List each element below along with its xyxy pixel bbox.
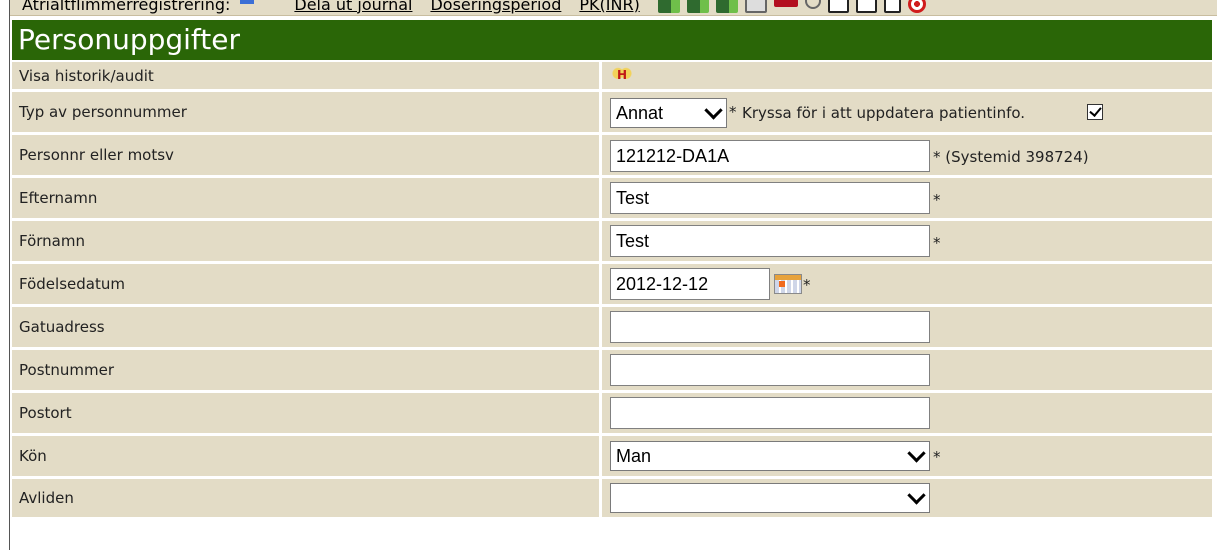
row-birthdate: Födelsedatum 2012-12-12 * bbox=[12, 264, 1212, 304]
dela-ut-journal-link[interactable]: Dela ut journal bbox=[294, 0, 412, 14]
type-select-value: Annat bbox=[616, 102, 664, 123]
row-city: Postort bbox=[12, 393, 1212, 433]
gender-select[interactable]: Man bbox=[610, 441, 930, 471]
lastname-required: * bbox=[933, 191, 941, 209]
page-title: Personuppgifter bbox=[18, 23, 241, 56]
top-toolbar: Atrialtflimmerregistrering: Dela ut jour… bbox=[10, 0, 1217, 16]
pnr-input-value: 121212-DA1A bbox=[616, 145, 730, 166]
chevron-down-icon bbox=[907, 486, 926, 505]
target-icon[interactable] bbox=[907, 0, 926, 13]
calendar-icon[interactable] bbox=[774, 274, 802, 294]
row-type: Typ av personnummer Annat * Kryssa för i… bbox=[12, 92, 1212, 132]
update-patientinfo-note: Kryssa för i att uppdatera patientinfo. bbox=[742, 104, 1026, 122]
save-green-icon[interactable] bbox=[657, 0, 680, 13]
firstname-required: * bbox=[933, 234, 941, 252]
row-history: Visa historik/audit H bbox=[12, 62, 1212, 89]
doseringsperiod-link[interactable]: Doseringsperiod bbox=[430, 0, 561, 14]
row-firstname: Förnamn Test * bbox=[12, 221, 1212, 261]
pnr-label: Personnr eller motsv bbox=[19, 146, 174, 164]
birthdate-input[interactable]: 2012-12-12 bbox=[610, 268, 770, 300]
birthdate-required: * bbox=[803, 276, 811, 294]
pk-inr-link[interactable]: PK(INR) bbox=[579, 0, 639, 14]
gender-required: * bbox=[933, 448, 941, 466]
history-icon[interactable]: H bbox=[612, 67, 632, 83]
street-input[interactable] bbox=[610, 311, 930, 343]
mail-image-icon[interactable] bbox=[744, 0, 767, 13]
envelope-icon[interactable] bbox=[827, 0, 849, 13]
city-label: Postort bbox=[19, 404, 72, 422]
history-label: Visa historik/audit bbox=[19, 66, 154, 85]
zip-input[interactable] bbox=[610, 354, 930, 386]
type-select[interactable]: Annat bbox=[610, 98, 727, 128]
gender-label: Kön bbox=[19, 447, 47, 465]
row-street: Gatuadress bbox=[12, 307, 1212, 347]
envelope-icon[interactable] bbox=[855, 0, 877, 13]
city-input[interactable] bbox=[610, 397, 930, 429]
birthdate-input-value: 2012-12-12 bbox=[616, 273, 709, 294]
zip-label: Postnummer bbox=[19, 361, 115, 379]
chevron-down-icon bbox=[907, 444, 926, 463]
red-shape-icon[interactable] bbox=[773, 0, 798, 7]
type-required: * bbox=[729, 103, 737, 121]
lastname-input[interactable]: Test bbox=[610, 182, 930, 214]
row-gender: Kön Man * bbox=[12, 436, 1212, 476]
street-label: Gatuadress bbox=[19, 318, 105, 336]
checkbox-icon[interactable] bbox=[883, 0, 901, 13]
toolbar-label: Atrialtflimmerregistrering: bbox=[22, 0, 231, 14]
systemid-note: * (Systemid 398724) bbox=[933, 148, 1089, 166]
row-zip: Postnummer bbox=[12, 350, 1212, 390]
section-header: Personuppgifter bbox=[12, 20, 1212, 60]
update-patientinfo-checkbox[interactable] bbox=[1087, 104, 1103, 120]
export-green-icon[interactable] bbox=[686, 0, 709, 13]
row-lastname: Efternamn Test * bbox=[12, 178, 1212, 218]
firstname-input-value: Test bbox=[616, 230, 650, 251]
save-globe-icon[interactable] bbox=[715, 0, 738, 13]
row-pnr: Personnr eller motsv 121212-DA1A * (Syst… bbox=[12, 135, 1212, 175]
firstname-input[interactable]: Test bbox=[610, 225, 930, 257]
lastname-label: Efternamn bbox=[19, 189, 98, 207]
pnr-input[interactable]: 121212-DA1A bbox=[610, 140, 930, 172]
chevron-down-icon bbox=[704, 101, 723, 120]
birthdate-label: Födelsedatum bbox=[19, 275, 125, 293]
magnifier-icon[interactable] bbox=[804, 0, 821, 9]
type-label: Typ av personnummer bbox=[19, 103, 187, 121]
firstname-label: Förnamn bbox=[19, 232, 85, 250]
row-deceased: Avliden bbox=[12, 479, 1212, 517]
deceased-select[interactable] bbox=[610, 483, 930, 513]
deceased-label: Avliden bbox=[19, 489, 74, 507]
gender-select-value: Man bbox=[616, 445, 652, 466]
toolbar-dash-icon[interactable] bbox=[240, 0, 255, 4]
lastname-input-value: Test bbox=[616, 187, 650, 208]
